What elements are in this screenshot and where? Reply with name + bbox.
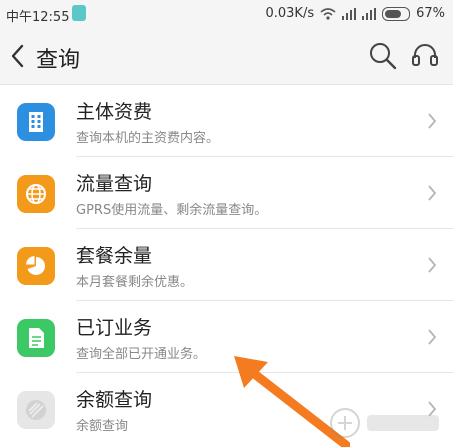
item-title: 套餐余量 <box>76 245 153 267</box>
item-subtitle: 查询本机的主资费内容。 <box>76 131 220 146</box>
wifi-icon <box>320 7 336 20</box>
battery-icon <box>382 6 411 21</box>
list-item[interactable]: 已订业务 查询全部已开通业务。 <box>0 301 453 373</box>
chevron-right-icon <box>428 113 437 129</box>
item-title: 流量查询 <box>76 173 153 195</box>
item-subtitle: 查询全部已开通业务。 <box>76 347 207 362</box>
status-bar: 中午12:55 0.03K/s 67% <box>0 0 453 28</box>
list-item[interactable]: 流量查询 GPRS使用流量、剩余流量查询。 <box>0 157 453 229</box>
list-item[interactable]: 主体资费 查询本机的主资费内容。 <box>0 85 453 157</box>
headset-icon[interactable] <box>411 42 439 70</box>
item-subtitle: GPRS使用流量、剩余流量查询。 <box>76 203 268 218</box>
wallet-icon <box>17 391 55 429</box>
notification-app-icon <box>72 5 86 21</box>
document-icon <box>17 319 55 357</box>
network-speed: 0.03K/s <box>265 6 315 21</box>
globe-icon <box>17 175 55 213</box>
status-time: 中午12:55 <box>6 10 70 25</box>
page-title: 查询 <box>36 48 81 73</box>
chevron-right-icon <box>428 185 437 201</box>
item-title: 余额查询 <box>76 389 153 411</box>
battery-level: 67% <box>416 6 445 21</box>
item-subtitle: 本月套餐剩余优惠。 <box>76 275 194 290</box>
item-title: 已订业务 <box>76 317 153 339</box>
status-right: 0.03K/s 67% <box>265 6 445 21</box>
search-icon[interactable] <box>369 42 397 70</box>
chevron-right-icon <box>428 257 437 273</box>
header-bar: 查询 <box>0 28 453 85</box>
building-icon <box>17 103 55 141</box>
chevron-right-icon <box>428 329 437 345</box>
query-list: 主体资费 查询本机的主资费内容。 流量查询 GPRS使用流量、剩余流量查询。 套… <box>0 85 453 445</box>
signal-icon <box>342 7 357 20</box>
watermark-logo <box>330 408 439 438</box>
item-subtitle: 余额查询 <box>76 419 129 434</box>
item-title: 主体资费 <box>76 101 153 123</box>
pie-chart-icon <box>17 247 55 285</box>
list-item[interactable]: 套餐余量 本月套餐剩余优惠。 <box>0 229 453 301</box>
signal-icon-2 <box>362 7 377 20</box>
back-arrow-icon[interactable] <box>10 44 24 68</box>
